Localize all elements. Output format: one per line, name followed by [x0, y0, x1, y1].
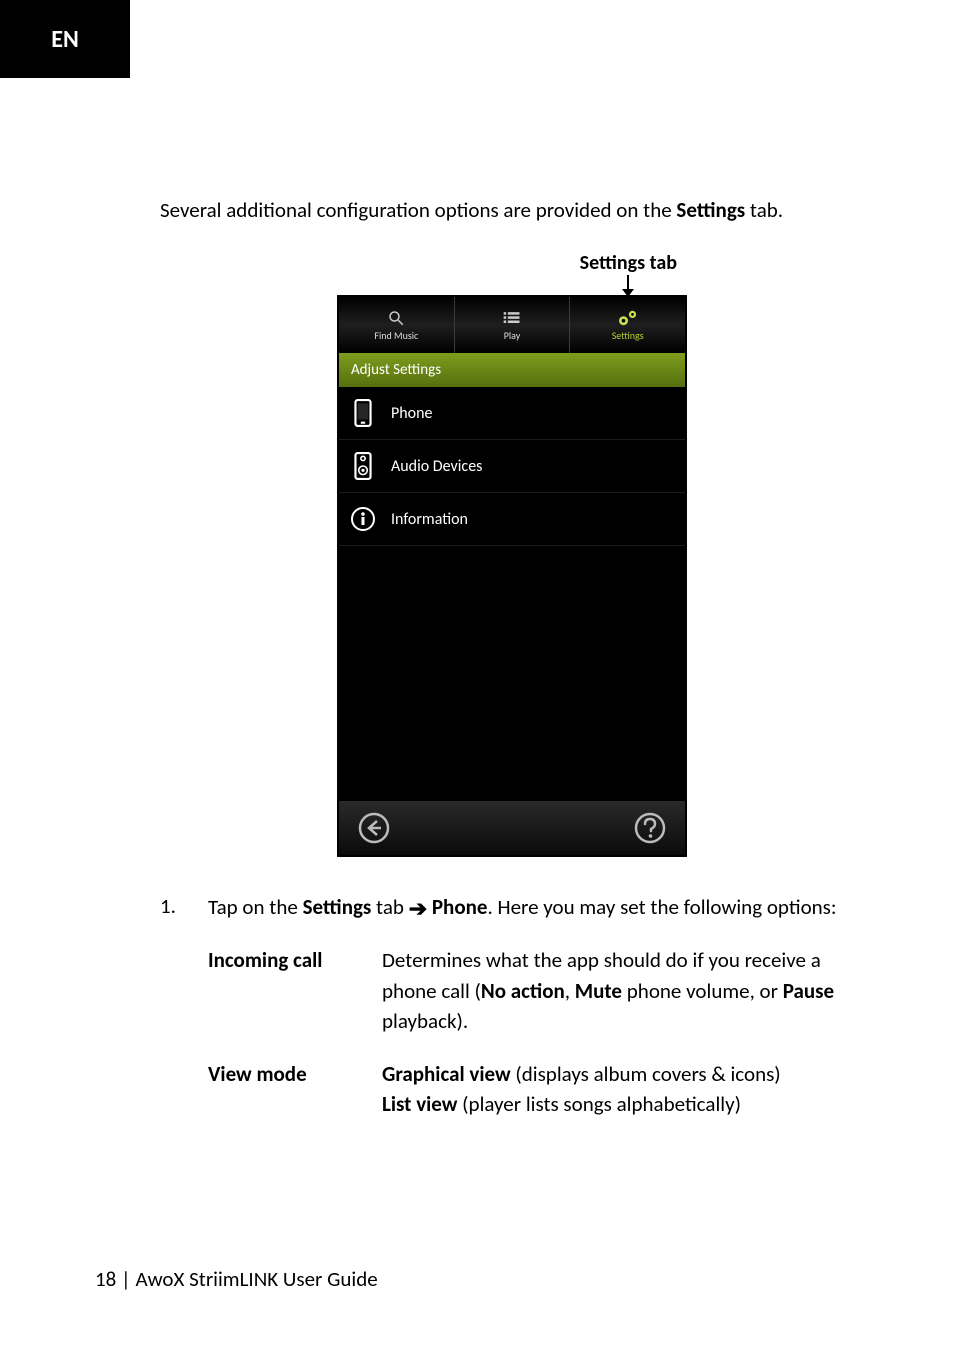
r1-v2: , — [565, 978, 575, 1004]
help-button[interactable] — [633, 811, 667, 845]
app-screenshot: Find Music Play — [337, 295, 687, 857]
language-tab-label: EN — [51, 25, 79, 54]
intro-paragraph: Several additional configuration options… — [160, 195, 864, 225]
step-1-t1: Tap on the — [208, 894, 303, 920]
r2-v2: (player lists songs alphabetically) — [457, 1091, 741, 1117]
step-1: 1. Tap on the Settings tab ➔ Phone. Here… — [160, 891, 864, 923]
step-1-b2: Phone — [432, 894, 488, 920]
list-item-information-label: Information — [391, 510, 468, 529]
callout-arrow — [337, 275, 687, 295]
option-incoming-call-desc: Determines what the app should do if you… — [382, 945, 864, 1036]
option-incoming-call: Incoming call Determines what the app sh… — [208, 945, 864, 1036]
r2-b1: Graphical view — [382, 1061, 511, 1087]
step-1-t2: tab — [371, 894, 408, 920]
option-view-mode-label: View mode — [208, 1059, 358, 1120]
step-1-text: Tap on the Settings tab ➔ Phone. Here yo… — [208, 891, 864, 923]
option-view-mode: View mode Graphical view (displays album… — [208, 1059, 864, 1120]
tab-settings-label: Settings — [612, 329, 644, 342]
screenshot-empty-area — [339, 546, 685, 801]
list-item-phone[interactable]: Phone — [339, 387, 685, 440]
section-header: Adjust Settings — [339, 353, 685, 387]
step-1-t3: . Here you may set the following options… — [487, 894, 836, 920]
page-footer: 18 | AwoX StriimLINK User Guide — [95, 1266, 378, 1292]
r1-v3: phone volume, or — [622, 978, 783, 1004]
step-1-marker: 1. — [160, 891, 190, 923]
page-number: 18 — [95, 1266, 116, 1292]
list-item-phone-label: Phone — [391, 404, 432, 423]
option-incoming-call-label: Incoming call — [208, 945, 358, 1036]
search-icon — [385, 309, 407, 327]
tab-play-label: Play — [504, 329, 521, 342]
intro-text-pre: Several additional configuration options… — [160, 197, 676, 223]
language-tab: EN — [0, 0, 130, 78]
r2-v1: (displays album covers & icons) — [511, 1061, 781, 1087]
r2-b2: List view — [382, 1091, 457, 1117]
back-button[interactable] — [357, 811, 391, 845]
r1-b2: Mute — [575, 978, 622, 1004]
bottom-toolbar — [339, 801, 685, 855]
footer-sep: | — [116, 1266, 135, 1292]
list-item-audio-devices[interactable]: Audio Devices — [339, 440, 685, 493]
tab-bar: Find Music Play — [339, 297, 685, 353]
options-table: Incoming call Determines what the app sh… — [208, 945, 864, 1119]
tab-find-music-label: Find Music — [374, 329, 418, 342]
phone-icon — [349, 399, 377, 427]
playlist-icon — [501, 309, 523, 327]
gears-icon — [617, 309, 639, 327]
intro-bold: Settings — [676, 197, 745, 223]
section-header-label: Adjust Settings — [351, 361, 441, 379]
figure: Settings tab Find Music — [160, 251, 864, 857]
list-item-information[interactable]: Information — [339, 493, 685, 546]
step-1-b1: Settings — [303, 894, 372, 920]
r1-v4: playback). — [382, 1008, 468, 1034]
list-item-audio-devices-label: Audio Devices — [391, 457, 482, 476]
tab-find-music[interactable]: Find Music — [339, 297, 455, 353]
tab-play[interactable]: Play — [455, 297, 571, 353]
option-view-mode-desc: Graphical view (displays album covers & … — [382, 1059, 864, 1120]
intro-text-post: tab. — [745, 197, 783, 223]
r1-b1: No action — [481, 978, 565, 1004]
callout-label: Settings tab — [580, 251, 677, 275]
footer-title: AwoX StriimLINK User Guide — [135, 1266, 377, 1292]
info-icon — [349, 505, 377, 533]
right-arrow-icon: ➔ — [409, 893, 427, 925]
tab-settings[interactable]: Settings — [570, 297, 685, 353]
speaker-icon — [349, 452, 377, 480]
r1-b3: Pause — [783, 978, 834, 1004]
